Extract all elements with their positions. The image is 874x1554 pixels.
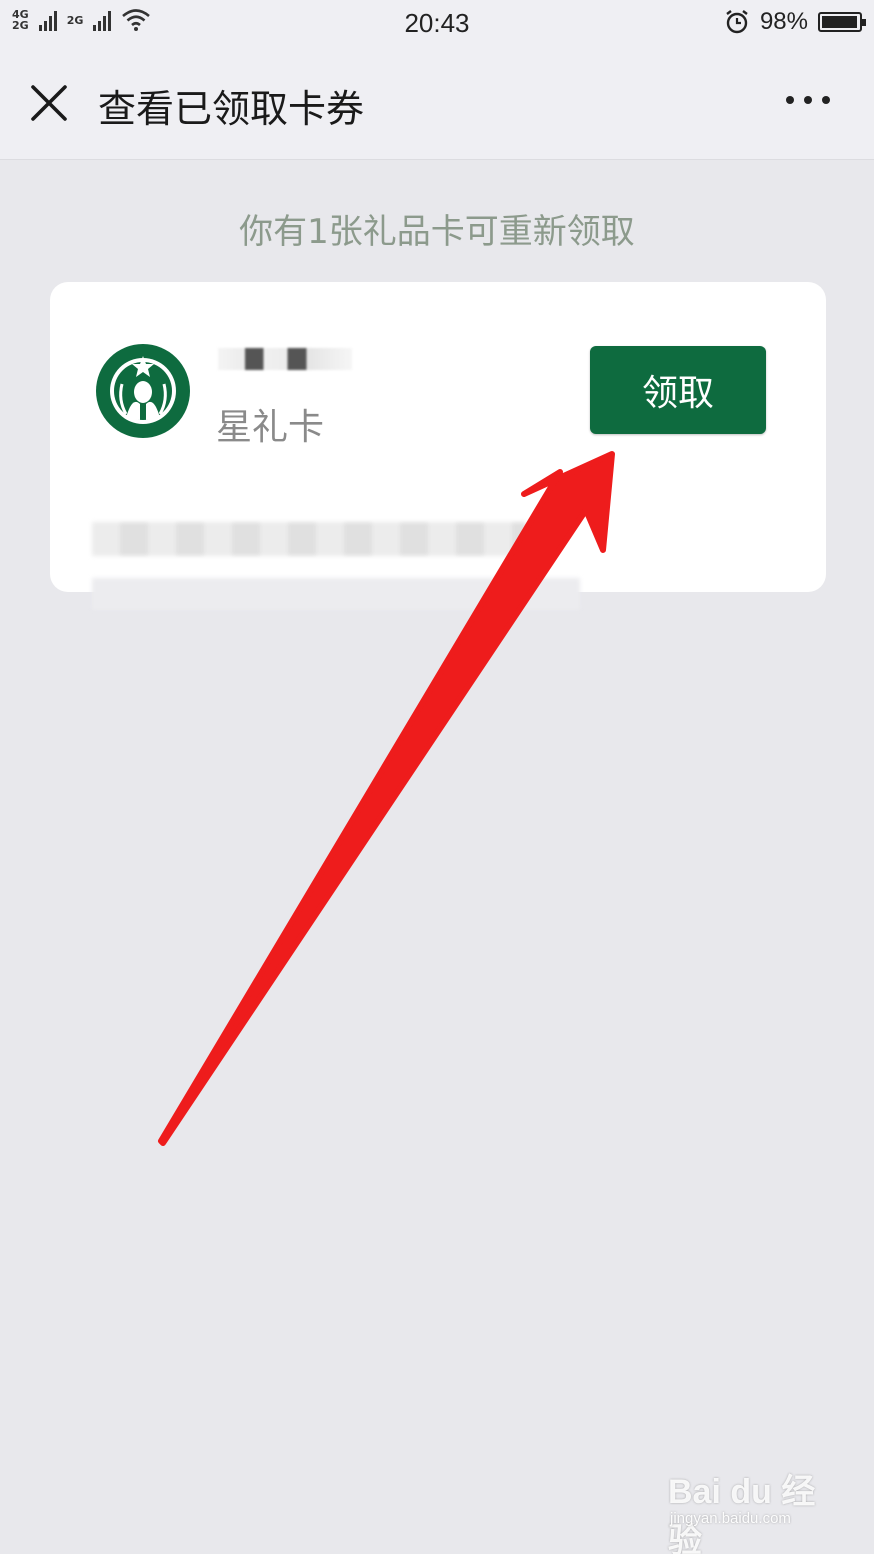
- more-icon[interactable]: [786, 96, 830, 104]
- close-icon[interactable]: [28, 82, 70, 124]
- battery-fill: [822, 16, 858, 28]
- watermark-site: jingyan.baidu.com: [670, 1510, 791, 1527]
- redacted-card-info-second: [92, 578, 580, 610]
- battery-icon: [818, 12, 866, 32]
- starbucks-logo-icon: [96, 344, 190, 438]
- redacted-card-info: [92, 522, 526, 556]
- page-title: 查看已领取卡券: [98, 87, 365, 131]
- baidu-jingyan-watermark: Bai du 经验 jingyan.baidu.com: [668, 1460, 838, 1554]
- gift-card-item: 星礼卡 领取: [50, 282, 826, 592]
- nav-bar: 查看已领取卡券: [0, 46, 874, 160]
- status-bar: 4G 2G 2G 20:43 98%: [0, 0, 874, 46]
- claim-button[interactable]: 领取: [590, 346, 766, 434]
- redacted-card-name: [218, 348, 352, 370]
- notice-text: 你有1张礼品卡可重新领取: [239, 212, 635, 252]
- watermark-brand: Bai du 经验: [668, 1473, 816, 1554]
- battery-percent: 98%: [759, 8, 808, 35]
- card-type-label: 星礼卡: [216, 407, 325, 448]
- status-right-group: 98%: [724, 8, 866, 36]
- alarm-clock-icon: [726, 10, 748, 34]
